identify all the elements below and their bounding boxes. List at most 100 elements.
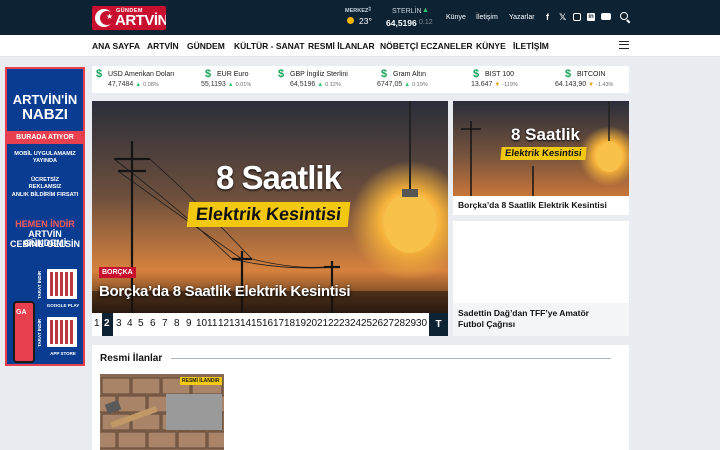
qr-code-app-store[interactable] [47,317,77,347]
qr-pattern [50,320,74,344]
section-title[interactable]: Resmi İlanlar [100,353,162,364]
linkedin-icon[interactable]: in [587,13,595,21]
pager-item[interactable]: 24 [350,318,361,330]
pager-item[interactable]: 10 [196,318,207,330]
arrow-up-icon: ▲ [422,7,429,14]
weather-city[interactable]: MERKEZ [345,8,368,14]
qr-code-google-play[interactable] [47,269,77,299]
nav-item-nobetci-eczaneler[interactable]: NÖBETÇİ ECZANELER [380,41,473,51]
ticker-value: 64,5196 ▲ 0.12% [290,81,341,88]
hero-image-line-1: 8 Saatlik [216,159,342,196]
pager-item[interactable]: 14 [240,318,251,330]
phone-logo-text: GA [16,309,27,316]
pager-item[interactable]: 18 [284,318,295,330]
side-news-card-1[interactable]: 8 Saatlik Elektrik Kesintisi Borçka’da 8… [453,101,629,215]
headline-slider[interactable]: 8 Saatlik Elektrik Kesintisi BORÇKA Borç… [92,101,448,313]
app-ad-banner[interactable]: ARTVİN'İN NABZI BURADA ATIYOR MOBİL UYGU… [5,67,85,366]
nav-item-kultur-sanat[interactable]: KÜLTÜR - SANAT [234,41,305,51]
pager-item[interactable]: 22 [328,318,339,330]
hero-title[interactable]: Borçka’da 8 Saatlik Elektrik Kesintisi [99,283,351,300]
resmi-ilan-art [100,374,224,450]
youtube-icon[interactable] [601,13,611,20]
pager-item[interactable]: 5 [138,318,144,330]
side-news-title-2b[interactable]: Futbol Çağrısı [458,319,515,330]
side-news-title-2[interactable]: Sadettin Dağ’dan TFF’ye Amatör [458,308,589,319]
nav-item-resmi-ilanlar[interactable]: RESMİ İLANLAR [308,41,375,51]
slider-pager: 1 3 4 5 6 7 8 9 10 11 12 13 14 15 16 17 … [92,313,432,336]
ticker-value: 13.647 ▼ -119% [471,81,518,88]
arrow-up-icon: ▲ [135,82,142,88]
top-link-yazarlar[interactable]: Yazarlar [509,14,535,21]
ticker-value-text: 13.647 [471,81,493,88]
pager-item[interactable]: 16 [262,318,273,330]
pager-item[interactable]: 15 [251,318,262,330]
pager-item[interactable]: 26 [372,318,383,330]
pager-last[interactable]: T [429,313,448,336]
pager-item[interactable]: 23 [339,318,350,330]
pager-item[interactable]: 25 [361,318,372,330]
ad-line: REKLAMSIZ [28,184,62,190]
top-link-kunye[interactable]: Künye [446,14,466,21]
dollar-icon: $ [278,68,285,80]
dollar-icon: $ [473,68,480,80]
pager-item[interactable]: 27 [383,318,394,330]
pager-item[interactable]: 13 [229,318,240,330]
arrow-down-icon: ▼ [588,82,595,88]
nav-item-kunye[interactable]: KÜNYE [476,41,506,51]
pager-item[interactable]: 7 [162,318,168,330]
side-news-card-2[interactable]: Sadettin Dağ’dan TFF’ye Amatör Futbol Ça… [453,221,629,336]
pager-item[interactable]: 29 [405,318,416,330]
pager-item[interactable]: 6 [150,318,156,330]
pager-item[interactable]: 1 [94,318,100,330]
weather-temp: 23° [359,16,372,26]
pager-item[interactable]: 3 [116,318,122,330]
pager-item[interactable]: 20 [306,318,317,330]
ticker-name: GBP İngiliz Sterlini [290,71,348,78]
ticker-value-text: 64,5196 [290,81,316,88]
top-link-iletisim[interactable]: İletişim [476,14,498,21]
ticker-change: 0.12% [325,82,341,88]
top-currency-name: STERLİN [392,8,422,15]
pager-item[interactable]: 21 [317,318,328,330]
x-icon[interactable]: 𝕏 [559,12,566,22]
ticker-change: 0.01% [235,82,252,88]
resmi-ilanlar-section: Resmi İlanlar RESMİ İLANDIR [92,345,629,450]
facebook-icon[interactable]: f [546,12,549,22]
nav-item-iletisim[interactable]: İLETİŞİM [513,41,549,51]
category-badge[interactable]: BORÇKA [99,267,136,278]
search-icon[interactable] [620,12,628,20]
arrow-up-icon: ▲ [404,82,411,88]
ticker-value: 6747,05 ▲ 0.19% [377,81,428,88]
side-news-title-1[interactable]: Borçka’da 8 Saatlik Elektrik Kesintisi [458,200,607,211]
nav-item-artvin[interactable]: ARTVİN [147,41,179,51]
instagram-icon[interactable] [573,13,581,21]
pager-item[interactable]: 8 [174,318,180,330]
side-image-line-1: 8 Saatlik [511,125,580,144]
phone-icon: GA [13,301,35,363]
app-store-label: APP STORE [50,351,76,356]
pager-item[interactable]: 11 [207,318,217,330]
ticker-name: BIST 100 [485,71,515,78]
ad-band: BURADA ATIYOR [7,131,83,144]
menu-icon[interactable] [619,41,629,49]
logo-big-text: ARTVİN [115,12,166,29]
ticker-value-text: 55,1193 [201,81,226,88]
pager-item[interactable]: 9 [186,318,192,330]
side-news-image-1: 8 Saatlik Elektrik Kesintisi [453,101,629,196]
chevron-updown-icon[interactable]: ⇕ [367,6,372,13]
pager-item[interactable]: 28 [394,318,405,330]
ad-line: ANLIK BİLDİRİM FIRSATI [11,192,79,198]
pager-item[interactable]: 12 [218,318,229,330]
pager-item[interactable]: 4 [127,318,133,330]
ad-line: ÜCRETSİZ [31,177,59,183]
hero-image-line-2: Elektrik Kesintisi [186,202,351,227]
side-news-image-2 [453,221,629,303]
site-logo[interactable]: ★ GÜNDEM ARTVİN [92,6,166,30]
pager-item[interactable]: 19 [295,318,306,330]
resmi-ilan-image[interactable]: RESMİ İLANDIR [100,374,224,450]
pager-item[interactable]: 30 [416,318,427,330]
ticker-name: Gram Altın [393,71,427,78]
pager-item[interactable]: 17 [273,318,284,330]
nav-item-ana-sayfa[interactable]: ANA SAYFA [92,41,140,51]
nav-item-gundem[interactable]: GÜNDEM [187,41,225,51]
